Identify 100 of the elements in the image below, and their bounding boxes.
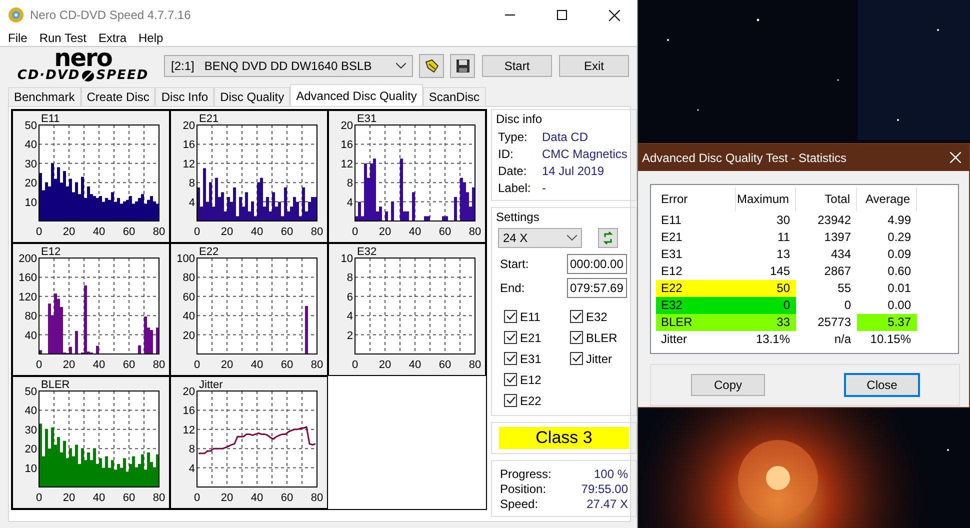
axis-label: 12	[340, 158, 353, 170]
axis-label: 4	[346, 196, 353, 209]
axis-label: 80	[24, 310, 37, 323]
axis-label: 0	[36, 359, 42, 371]
axis-label: 40	[24, 330, 37, 342]
axis-label: 20	[182, 120, 195, 132]
axis-label: 80	[468, 226, 482, 238]
logo-text: SPEED	[96, 68, 149, 84]
axis-label: 20	[182, 386, 195, 398]
table-cell-text: 2867	[823, 263, 852, 280]
table-cell-text: 0.01	[886, 280, 912, 297]
table-cell-text: n/a	[833, 331, 852, 348]
column-header: Error	[656, 187, 736, 211]
table-cell-text: 55	[836, 280, 852, 297]
axis-label: 80	[152, 226, 166, 238]
axis-label: 0	[36, 492, 42, 504]
axis-label: 20	[24, 178, 37, 190]
dialog-title: Advanced Disc Quality Test - Statistics	[642, 150, 847, 164]
axis-label: 20	[62, 226, 76, 238]
chart-title: E32	[357, 246, 377, 258]
info-label: Label:	[498, 180, 532, 194]
axis-label: 10	[340, 253, 353, 265]
axis-label: 80	[310, 226, 324, 238]
axis-label: 40	[24, 405, 37, 418]
table-cell-text: E11	[660, 212, 682, 229]
column-header: Total	[796, 187, 857, 211]
progress-value: 79:55.00	[581, 482, 628, 496]
class-result: Class 3	[499, 427, 629, 449]
checkbox-label: E32	[586, 310, 608, 324]
progress-label: Progress:	[500, 466, 552, 480]
axis-label: 0	[194, 359, 200, 371]
info-value: -	[542, 180, 546, 194]
table-cell-text: 145	[768, 263, 791, 280]
axis-label: 16	[182, 405, 195, 418]
axis-label: 4	[346, 310, 353, 323]
table-cell-text: 23942	[816, 212, 852, 229]
table-cell-text: 0.09	[886, 246, 912, 263]
axis-label: 40	[408, 226, 422, 238]
checkbox-label: E31	[520, 352, 542, 366]
info-label: Type:	[498, 130, 528, 144]
table-cell-text: 0.60	[886, 263, 912, 280]
axis-label: 80	[468, 359, 482, 371]
axis-label: 40	[250, 492, 264, 504]
table-cell-text: 0.00	[886, 297, 912, 314]
axis-label: 40	[24, 139, 37, 152]
table-cell-text: 0	[843, 297, 852, 314]
axis-label: 40	[92, 492, 106, 504]
table-cell-text: E12	[660, 263, 684, 280]
axis-label: 20	[340, 120, 353, 132]
axis-label: 200	[18, 253, 37, 265]
axis-label: 40	[92, 226, 106, 238]
table-cell: 33	[736, 314, 796, 331]
group-title: Disc info	[496, 112, 544, 126]
table-cell-text: E31	[660, 246, 684, 263]
checkbox-label: E11	[520, 310, 540, 324]
table-cell-text: 11	[776, 229, 791, 246]
axis-label: 0	[352, 359, 358, 371]
table-cell-text: 1397	[823, 229, 852, 246]
axis-label: 80	[310, 359, 324, 371]
axis-label: 0	[36, 226, 42, 238]
axis-label: 80	[182, 272, 195, 284]
axis-label: 4	[188, 462, 195, 475]
logo-brand: nero	[54, 48, 112, 68]
axis-label: 60	[280, 492, 294, 504]
table-cell-text: 4.99	[886, 212, 912, 229]
chart-title: Jitter	[199, 379, 223, 391]
table-cell-text: Jitter	[660, 331, 688, 348]
axis-label: 60	[122, 226, 136, 238]
checkbox-label: E12	[520, 372, 542, 386]
axis-label: 6	[346, 291, 353, 304]
axis-label: 50	[24, 386, 37, 398]
axis-label: 30	[24, 158, 37, 170]
table-cell-text: 30	[776, 212, 791, 229]
column-header: Maximum	[736, 187, 796, 211]
axis-label: 40	[250, 226, 264, 238]
chart-title: E31	[357, 113, 377, 125]
axis-label: 20	[220, 492, 234, 504]
axis-label: 20	[62, 492, 76, 504]
table-cell-text: 0.29	[886, 229, 912, 246]
axis-label: 60	[280, 359, 294, 371]
table-cell-text: 13	[776, 246, 791, 263]
axis-label: 8	[346, 178, 353, 190]
axis-label: 60	[122, 492, 136, 504]
progress-label: Position:	[500, 482, 546, 496]
info-value: 14 Jul 2019	[542, 164, 604, 178]
chart-title: BLER	[41, 379, 70, 391]
axis-label: 60	[438, 226, 452, 238]
checkbox-label: E22	[520, 394, 542, 408]
axis-label: 16	[182, 139, 195, 152]
axis-label: 50	[24, 120, 37, 132]
axis-label: 12	[182, 424, 195, 436]
info-label: ID:	[498, 146, 514, 160]
table-cell-text: E21	[660, 229, 684, 246]
axis-label: 60	[122, 359, 136, 371]
axis-label: 16	[340, 139, 353, 152]
table-cell: 50	[736, 280, 796, 297]
axis-label: 0	[352, 226, 358, 238]
table-cell: 5.37	[857, 314, 917, 331]
table-cell-text: 10.15%	[869, 331, 912, 348]
checkbox-label: E21	[520, 330, 542, 344]
